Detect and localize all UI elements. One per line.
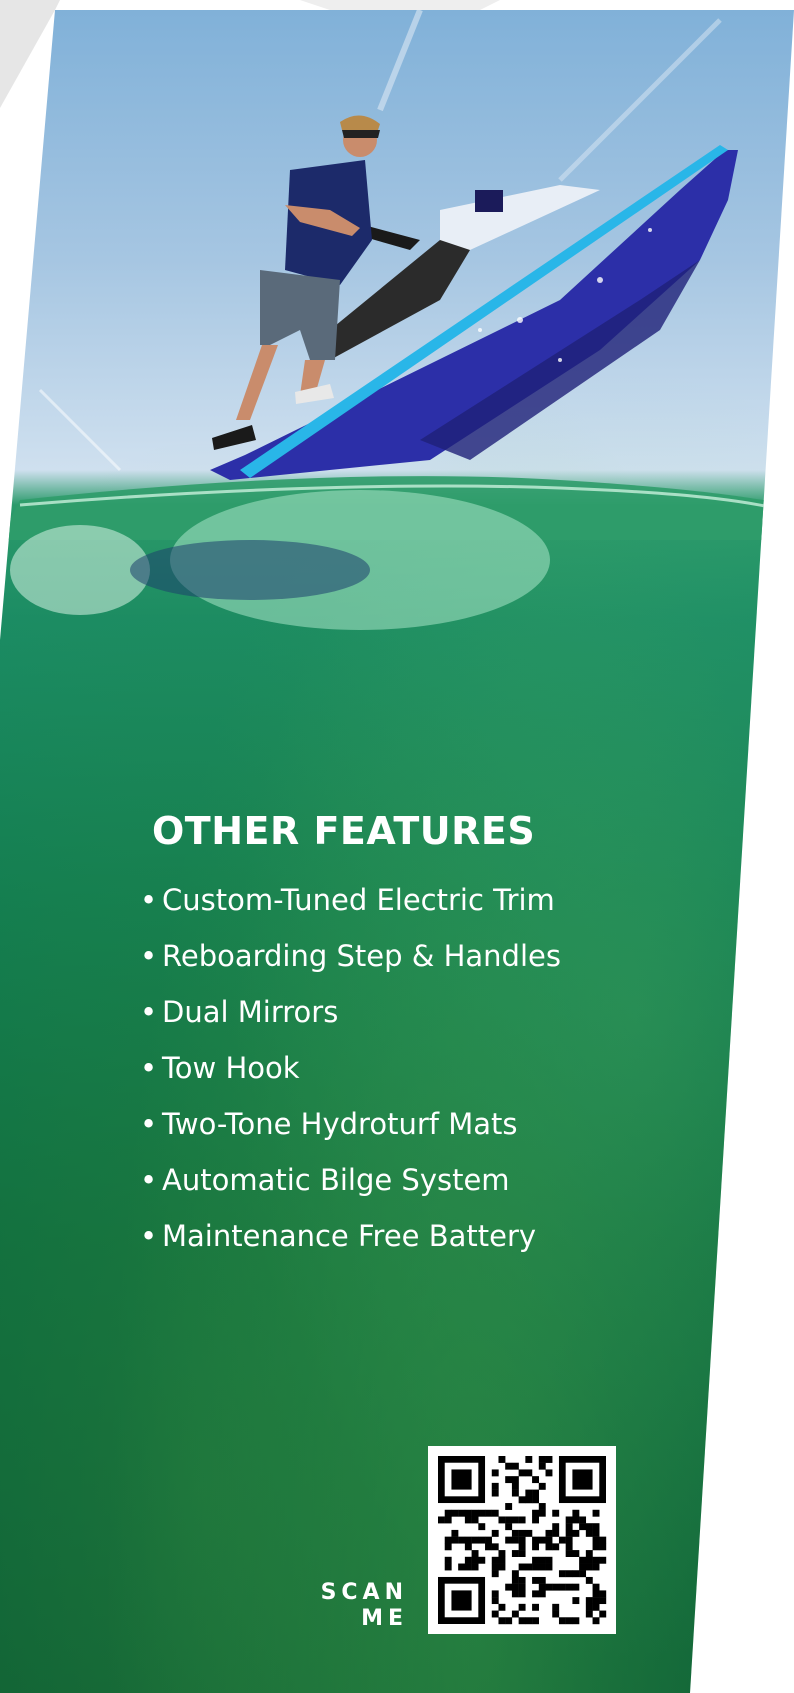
features-list: Custom-Tuned Electric Trim Reboarding St… [140,872,620,1264]
scan-label-line2: ME [361,1606,408,1631]
feature-item: Two-Tone Hydroturf Mats [140,1096,620,1152]
qr-code[interactable] [428,1446,616,1634]
qr-code-icon [438,1456,607,1625]
scan-label-line1: SCAN [320,1580,408,1605]
feature-item: Custom-Tuned Electric Trim [140,872,620,928]
feature-item: Automatic Bilge System [140,1152,620,1208]
feature-item: Reboarding Step & Handles [140,928,620,984]
feature-item: Dual Mirrors [140,984,620,1040]
features-heading: OTHER FEATURES [152,809,536,853]
feature-item: Maintenance Free Battery [140,1208,620,1264]
scan-me-label: SCAN ME [300,1580,408,1632]
brochure-page: OTHER FEATURES Custom-Tuned Electric Tri… [0,0,794,1693]
other-features-section: OTHER FEATURES Custom-Tuned Electric Tri… [140,808,620,1264]
feature-item: Tow Hook [140,1040,620,1096]
